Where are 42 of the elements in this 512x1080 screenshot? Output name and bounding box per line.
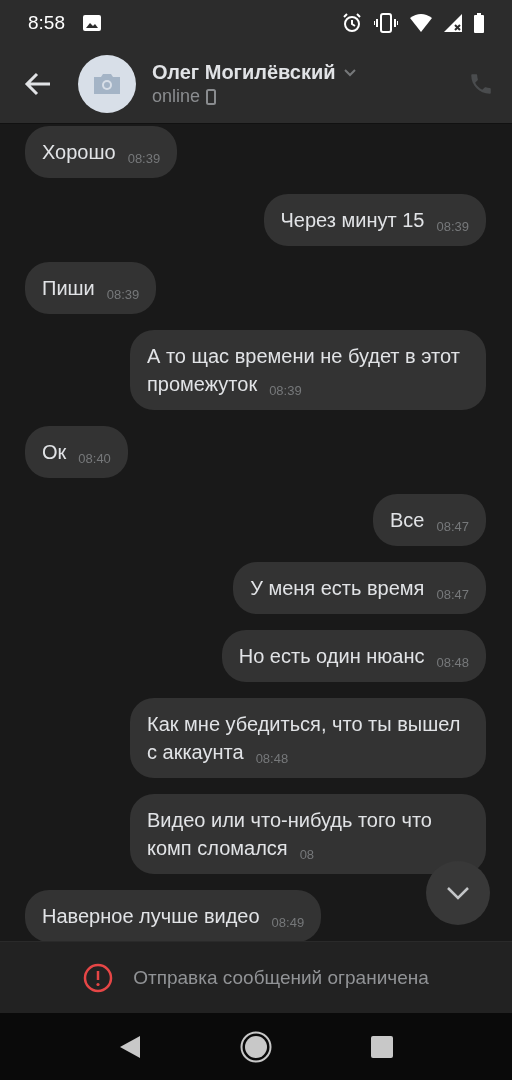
clock-time: 8:58 bbox=[28, 11, 65, 34]
signal-icon bbox=[444, 13, 462, 32]
message-bubble[interactable]: Пиши 08:39 bbox=[25, 262, 157, 314]
message-time: 08:39 bbox=[127, 152, 161, 165]
message-time: 08:48 bbox=[255, 752, 289, 765]
online-status: online bbox=[152, 86, 201, 107]
message-bubble[interactable]: Все 08:47 bbox=[373, 494, 486, 546]
message-bubble[interactable]: Видео или что-нибудь того что комп сломался 08 bbox=[130, 794, 486, 874]
message-time: 08:49 bbox=[271, 916, 305, 929]
home-circle-icon[interactable] bbox=[240, 1031, 272, 1063]
message-time: 08:47 bbox=[436, 588, 469, 601]
vibrate-icon bbox=[374, 12, 398, 33]
message-time: 08:48 bbox=[436, 656, 469, 669]
message-bubble[interactable]: Как мне убедиться, что ты вышел с аккаунта 08:48 bbox=[130, 698, 486, 778]
message-time: 08:40 bbox=[78, 452, 111, 465]
message-bubble[interactable]: Ок 08:40 bbox=[25, 426, 128, 478]
recents-square-icon[interactable] bbox=[370, 1036, 393, 1058]
chevron-down-icon[interactable] bbox=[343, 68, 356, 77]
message-time: 08:39 bbox=[269, 384, 302, 397]
contact-name[interactable]: Олег Могилёвский bbox=[152, 61, 336, 84]
notice-text: Отправка сообщений ограничена bbox=[133, 966, 429, 989]
avatar[interactable] bbox=[78, 55, 136, 113]
image-icon bbox=[83, 14, 101, 31]
message-bubble[interactable]: А то щас времени не будет в этот промежуток 08:39 bbox=[130, 330, 486, 410]
warning-icon bbox=[83, 962, 114, 993]
message-time: 08 bbox=[299, 848, 315, 861]
alarm-icon bbox=[342, 12, 362, 33]
battery-icon bbox=[474, 12, 484, 33]
message-bubble[interactable]: Наверное лучше видео 08:49 bbox=[25, 890, 322, 941]
message-bubble[interactable]: Хорошо 08:39 bbox=[25, 126, 178, 178]
message-bubble[interactable]: У меня есть время 08:47 bbox=[233, 562, 486, 614]
phone-device-icon bbox=[206, 88, 217, 105]
wifi-icon bbox=[410, 13, 432, 32]
message-time: 08:39 bbox=[436, 220, 469, 233]
message-time: 08:47 bbox=[436, 520, 469, 533]
back-triangle-icon[interactable] bbox=[119, 1035, 142, 1059]
message-time: 08:39 bbox=[106, 288, 140, 301]
message-bubble[interactable]: Через минут 15 08:39 bbox=[263, 194, 486, 246]
chevron-down-icon bbox=[446, 886, 470, 900]
back-arrow-icon[interactable] bbox=[24, 70, 52, 98]
camera-icon bbox=[92, 73, 122, 95]
message-bubble[interactable]: Но есть один нюанс 08:48 bbox=[221, 630, 486, 682]
